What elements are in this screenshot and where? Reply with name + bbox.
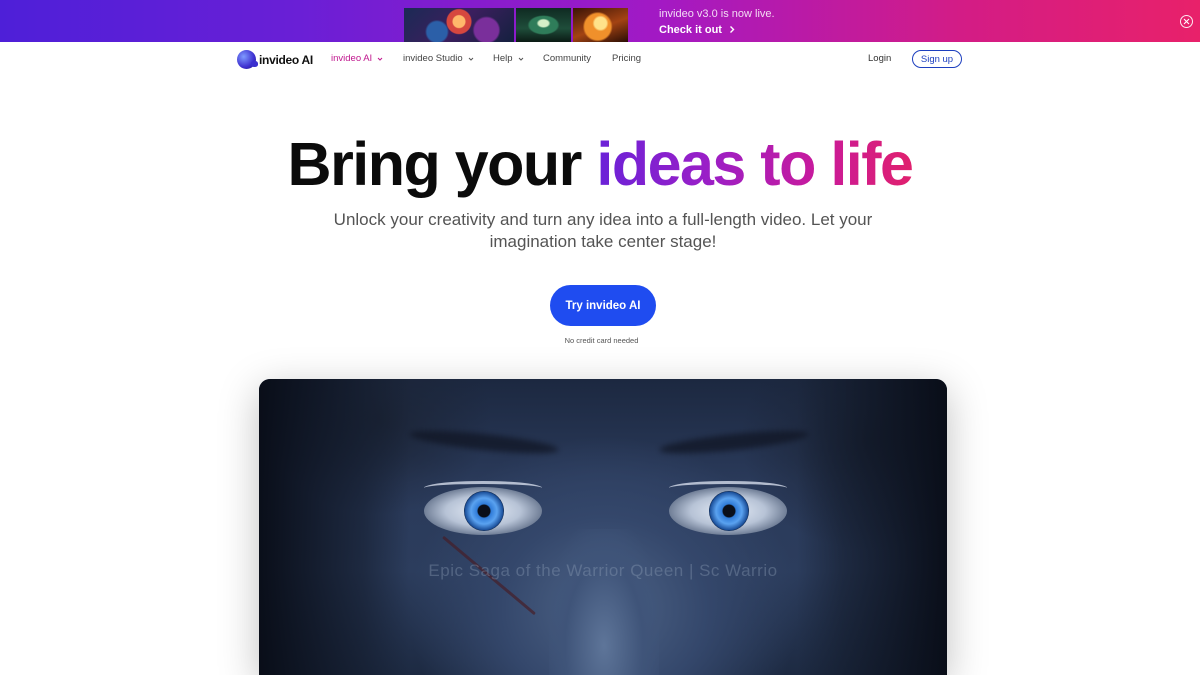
video-brow-left — [408, 426, 560, 458]
chevron-down-icon — [518, 57, 523, 61]
page-title: Bring your ideas to life — [0, 128, 1200, 200]
banner-thumbnail — [404, 8, 514, 42]
video-nose-shading — [549, 529, 659, 675]
close-icon — [1183, 18, 1190, 25]
banner-thumbnails — [404, 8, 628, 42]
no-credit-card-note: No credit card needed — [564, 336, 639, 345]
chevron-right-icon — [730, 26, 735, 33]
hero-video[interactable]: Epic Saga of the Warrior Queen | Sc Warr… — [259, 379, 947, 675]
video-shade-left — [259, 379, 409, 675]
promo-banner: invideo v3.0 is now live. Check it out — [0, 0, 1200, 42]
chevron-down-icon — [377, 57, 383, 61]
banner-close-button[interactable] — [1180, 15, 1193, 28]
nav-item-label: invideo AI — [331, 53, 373, 64]
banner-message: invideo v3.0 is now live. — [659, 8, 775, 20]
video-eye-left — [424, 481, 542, 535]
nav-item-label: Community — [543, 53, 592, 64]
nav-item-label: Pricing — [612, 53, 642, 64]
video-caption: Epic Saga of the Warrior Queen | Sc Warr… — [428, 561, 778, 580]
logo-icon — [237, 50, 258, 69]
banner-cta-link[interactable]: Check it out — [659, 23, 736, 38]
headline-plain: Bring your — [287, 130, 583, 198]
login-link[interactable]: Login — [868, 53, 891, 64]
signup-button[interactable]: Sign up — [912, 50, 962, 68]
banner-cta-label: Check it out — [659, 24, 722, 36]
logo-text: invideo AI — [259, 52, 313, 67]
headline-gradient: ideas to life — [596, 130, 914, 198]
try-invideo-ai-button[interactable]: Try invideo AI — [550, 285, 656, 326]
nav-item-help[interactable]: Help — [493, 53, 525, 64]
banner-text: invideo v3.0 is now live. Check it out — [659, 7, 775, 38]
video-eye-right — [669, 481, 787, 535]
main-nav: invideo AI invideo AI invideo Studio Hel… — [0, 42, 1200, 76]
video-shade-right — [797, 379, 947, 675]
nav-item-invideo-studio[interactable]: invideo Studio — [403, 53, 475, 64]
nav-item-pricing[interactable]: Pricing — [612, 53, 641, 64]
hero-subtitle: Unlock your creativity and turn any idea… — [333, 210, 873, 251]
nav-item-community[interactable]: Community — [543, 53, 591, 64]
logo[interactable]: invideo AI — [237, 50, 313, 69]
nav-item-label: Help — [493, 53, 513, 64]
video-brow-right — [658, 426, 810, 458]
banner-thumbnail — [573, 8, 628, 42]
banner-thumbnail — [516, 8, 571, 42]
nav-item-invideo-ai[interactable]: invideo AI — [331, 53, 384, 64]
nav-item-label: invideo Studio — [403, 53, 463, 64]
chevron-down-icon — [468, 57, 474, 61]
